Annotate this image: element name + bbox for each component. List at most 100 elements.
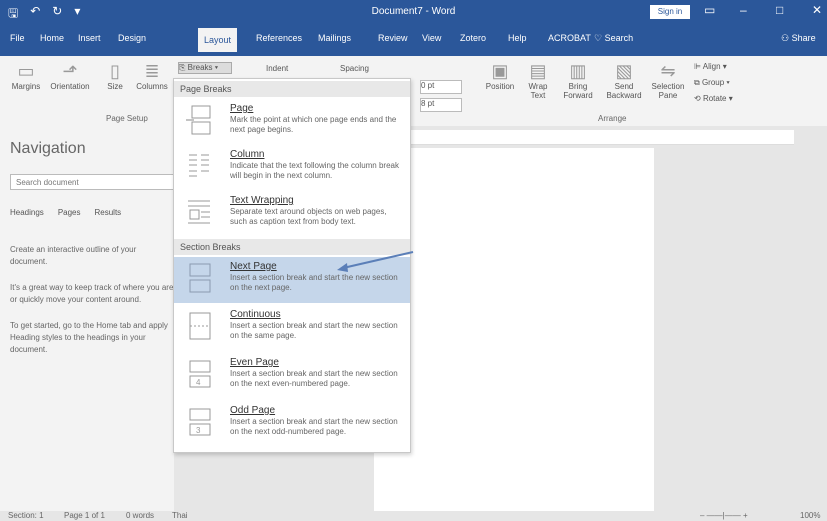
break-option-description: Separate text around objects on web page…: [230, 207, 387, 226]
rotate-button[interactable]: ⟲ Rotate ▾: [694, 94, 733, 103]
align-icon: ⊫: [694, 62, 703, 71]
break-option-description: Insert a section break and start the new…: [230, 417, 398, 436]
columns-icon: ≣: [144, 61, 160, 81]
tab-insert[interactable]: Insert: [78, 33, 101, 43]
tab-references[interactable]: References: [256, 33, 302, 43]
status-words: 0 words: [126, 511, 155, 520]
continuous-icon: [189, 312, 211, 340]
navigation-pane: Navigation Search document Headings Page…: [0, 126, 178, 511]
column-break-icon: [189, 154, 209, 177]
sign-in-button[interactable]: Sign in: [650, 5, 690, 19]
break-option-title: Next Page: [230, 261, 277, 272]
person-icon: ⚇: [781, 33, 792, 43]
spacing-after-input[interactable]: 8 pt: [420, 98, 462, 112]
status-section: Section: 1: [8, 511, 44, 520]
tab-help[interactable]: Help: [508, 33, 527, 43]
tab-file[interactable]: File: [10, 33, 25, 43]
size-icon: ▯: [110, 61, 120, 81]
page-breaks-header: Page Breaks: [174, 81, 410, 97]
odd-page-icon: 3: [189, 408, 211, 436]
nav-tab-headings[interactable]: Headings: [10, 208, 44, 217]
orientation-icon: ⬏: [62, 61, 78, 81]
break-option-even-page[interactable]: 4 Even Page Insert a section break and s…: [174, 353, 410, 399]
lightbulb-icon: ♡: [594, 33, 605, 43]
break-option-title: Text Wrapping: [230, 195, 294, 206]
tab-mailings[interactable]: Mailings: [318, 33, 351, 43]
break-option-description: Indicate that the text following the col…: [230, 161, 399, 180]
zoom-slider[interactable]: – ——|—— +: [700, 511, 748, 520]
zoom-level[interactable]: 100%: [800, 511, 820, 520]
break-option-description: Insert a section break and start the new…: [230, 273, 398, 292]
tab-view[interactable]: View: [422, 33, 441, 43]
svg-text:4: 4: [196, 378, 201, 387]
status-bar: Section: 1 Page 1 of 1 0 words Thai – ——…: [0, 511, 827, 521]
nav-tab-results[interactable]: Results: [95, 208, 122, 217]
break-option-text-wrapping[interactable]: Text Wrapping Separate text around objec…: [174, 191, 410, 237]
tab-zotero[interactable]: Zotero: [460, 33, 486, 43]
tab-design[interactable]: Design: [118, 33, 146, 43]
columns-button[interactable]: ≣ Columns: [130, 60, 174, 91]
wrap-text-button[interactable]: ▤ Wrap Text: [522, 60, 554, 100]
nav-help-text-1: Create an interactive outline of your do…: [10, 245, 137, 266]
size-button[interactable]: ▯ Size: [100, 60, 130, 91]
break-option-title: Even Page: [230, 357, 279, 368]
nav-help-text-2: It's a great way to keep track of where …: [10, 283, 174, 304]
selection-pane-icon: ⇋: [660, 61, 676, 81]
next-page-icon: [189, 263, 211, 293]
horizontal-ruler[interactable]: [374, 130, 794, 145]
group-button[interactable]: ⧉ Group ▾: [694, 78, 730, 88]
position-button[interactable]: ▣ Position: [484, 60, 516, 91]
margins-icon: ▭: [17, 61, 35, 81]
position-icon: ▣: [491, 61, 509, 81]
status-language: Thai: [172, 511, 188, 520]
break-option-title: Page: [230, 103, 254, 114]
page-break-icon: [186, 105, 211, 135]
text-wrapping-icon: [188, 200, 210, 224]
break-option-continuous[interactable]: Continuous Insert a section break and st…: [174, 305, 410, 351]
break-option-title: Column: [230, 149, 265, 160]
tab-review[interactable]: Review: [378, 33, 408, 43]
break-option-title: Odd Page: [230, 405, 276, 416]
break-option-column[interactable]: Column Indicate that the text following …: [174, 145, 410, 191]
break-option-odd-page[interactable]: 3 Odd Page Insert a section break and st…: [174, 401, 410, 447]
orientation-button[interactable]: ⬏ Orientation: [42, 60, 98, 91]
tab-acrobat[interactable]: ACROBAT: [548, 33, 591, 43]
close-button[interactable]: ✕: [812, 3, 822, 17]
even-page-icon: 4: [189, 360, 211, 388]
break-option-page[interactable]: Page Mark the point at which one page en…: [174, 99, 410, 145]
document-page[interactable]: [374, 148, 654, 511]
selection-pane-button[interactable]: ⇋ Selection Pane: [648, 60, 688, 100]
navigation-title: Navigation: [10, 140, 86, 157]
send-backward-icon: ▧: [615, 61, 633, 81]
tab-layout[interactable]: Layout: [198, 28, 238, 52]
arrange-group-label: Arrange: [598, 114, 627, 123]
bring-forward-button[interactable]: ▥ Bring Forward: [556, 60, 600, 100]
nav-help-text-3: To get started, go to the Home tab and a…: [10, 321, 168, 354]
page-setup-group-label: Page Setup: [106, 114, 148, 123]
indent-label: Indent: [266, 64, 289, 73]
margins-button[interactable]: ▭ Margins: [6, 60, 46, 91]
minimize-button[interactable]: –: [740, 3, 747, 17]
bring-forward-icon: ▥: [569, 61, 587, 81]
share-button[interactable]: ⚇ Share: [781, 33, 816, 44]
breaks-button[interactable]: ⎘ Breaks ▾: [178, 62, 232, 74]
nav-tab-pages[interactable]: Pages: [58, 208, 81, 217]
breaks-icon: ⎘: [179, 63, 188, 72]
spacing-before-input[interactable]: 0 pt: [420, 80, 462, 94]
align-button[interactable]: ⊫ Align ▾: [694, 62, 727, 71]
send-backward-button[interactable]: ▧ Send Backward: [600, 60, 648, 100]
break-option-description: Insert a section break and start the new…: [230, 321, 398, 340]
rotate-icon: ⟲: [694, 94, 703, 103]
document-title: Document7 - Word: [371, 6, 456, 17]
ribbon-display-icon[interactable]: ▭: [704, 3, 715, 17]
tell-me-search[interactable]: ♡ Search: [594, 33, 633, 44]
tab-home[interactable]: Home: [40, 33, 64, 43]
title-bar: 🖫 ↶ ↻ ▾ Document7 - Word Sign in ▭ – □ ✕: [0, 0, 827, 24]
maximize-button[interactable]: □: [776, 3, 783, 17]
group-icon: ⧉: [694, 78, 702, 87]
annotation-arrow-icon: [337, 251, 414, 272]
nav-search-input[interactable]: Search document: [10, 174, 178, 190]
nav-tabs: Headings Pages Results: [10, 208, 121, 217]
spacing-label: Spacing: [340, 64, 369, 73]
break-option-description: Insert a section break and start the new…: [230, 369, 398, 388]
